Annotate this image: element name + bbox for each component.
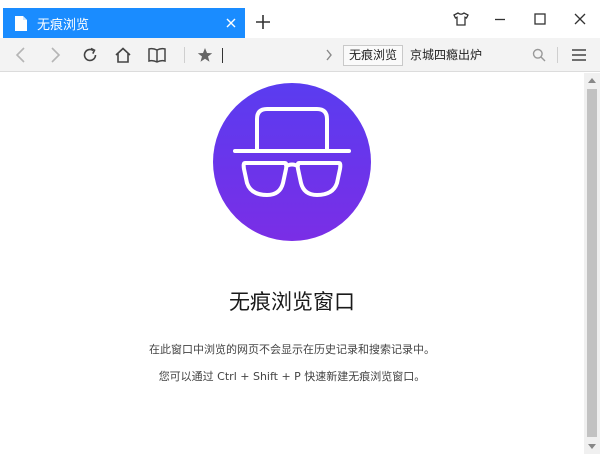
search-icon — [532, 48, 546, 62]
page-title: 无痕浏览窗口 — [229, 290, 355, 314]
chevron-left-icon — [15, 47, 25, 63]
star-icon — [197, 48, 213, 62]
vertical-scrollbar[interactable] — [584, 73, 600, 454]
back-button[interactable] — [8, 42, 34, 68]
toolbar-divider — [184, 47, 185, 63]
tab-title: 无痕浏览 — [37, 17, 90, 33]
maximize-icon — [534, 13, 546, 25]
tshirt-icon — [453, 12, 469, 26]
toolbar: 无痕浏览 京城四瘾出炉 — [0, 38, 600, 72]
toolbar-divider — [557, 47, 558, 63]
skin-button[interactable] — [445, 5, 477, 33]
favorite-button[interactable] — [192, 42, 218, 68]
menu-button[interactable] — [566, 42, 592, 68]
search-engine-chip[interactable]: 无痕浏览 — [343, 45, 404, 66]
scroll-down-arrow-icon — [588, 444, 596, 449]
tab-close-button[interactable] — [217, 8, 245, 38]
new-tab-button[interactable] — [252, 10, 274, 34]
scrollbar-thumb[interactable] — [587, 89, 597, 437]
title-bar: 无痕浏览 — [0, 0, 600, 38]
maximize-button[interactable] — [524, 5, 556, 33]
plus-icon — [256, 15, 270, 29]
chevron-right-icon — [326, 49, 332, 61]
home-icon — [115, 47, 131, 63]
reader-button[interactable] — [144, 42, 170, 68]
chevron-right-icon — [51, 47, 61, 63]
book-icon — [148, 47, 166, 63]
incognito-hat-glasses-icon — [233, 107, 351, 198]
document-icon — [15, 15, 27, 31]
minimize-button[interactable] — [484, 5, 516, 33]
incognito-avatar — [213, 83, 371, 241]
close-icon — [226, 18, 236, 28]
close-icon — [574, 13, 586, 25]
search-button[interactable] — [526, 42, 552, 68]
search-expand-button[interactable] — [316, 42, 342, 68]
home-button[interactable] — [110, 42, 136, 68]
close-window-button[interactable] — [564, 5, 596, 33]
refresh-icon — [83, 47, 97, 62]
description-line-2: 您可以通过 Ctrl + Shift + P 快速新建无痕浏览窗口。 — [158, 370, 426, 383]
forward-button[interactable] — [42, 42, 68, 68]
incognito-page: 无痕浏览窗口 在此窗口中浏览的网页不会显示在历史记录和搜索记录中。 您可以通过 … — [0, 73, 584, 454]
minimize-icon — [495, 18, 505, 21]
scroll-up-arrow-icon — [588, 78, 596, 83]
tab-incognito[interactable]: 无痕浏览 — [3, 8, 245, 38]
refresh-button[interactable] — [77, 42, 103, 68]
description-line-1: 在此窗口中浏览的网页不会显示在历史记录和搜索记录中。 — [149, 343, 435, 356]
hamburger-menu-icon — [572, 49, 586, 61]
search-input[interactable]: 京城四瘾出炉 — [410, 46, 482, 65]
address-bar-caret[interactable] — [222, 48, 223, 63]
